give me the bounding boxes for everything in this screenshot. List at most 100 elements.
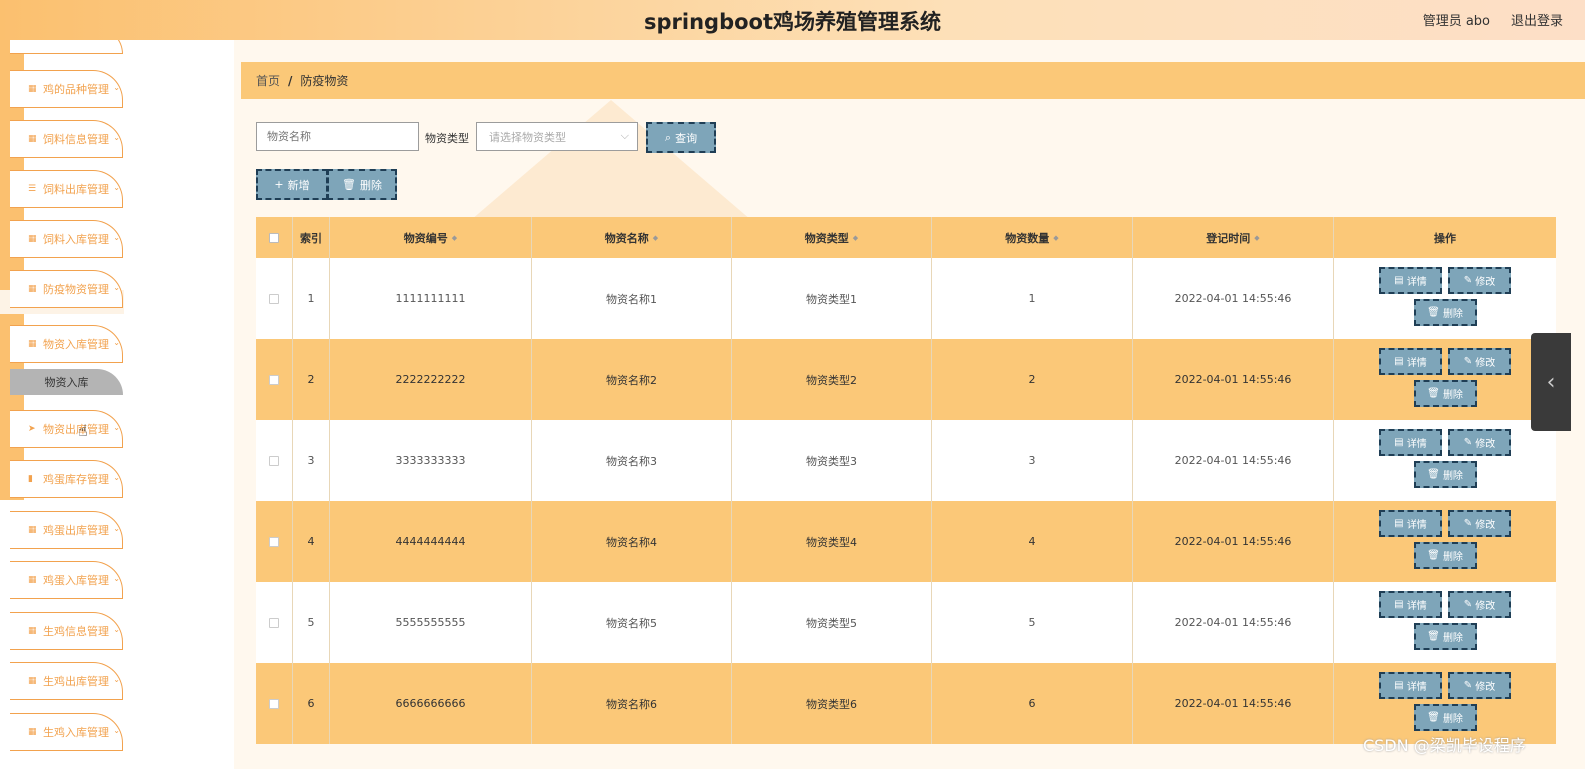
document-icon: ▤ xyxy=(1394,355,1407,367)
cell-qty: 2 xyxy=(1028,373,1036,386)
cell-time: 2022-04-01 14:55:46 xyxy=(1174,616,1292,629)
select-all-checkbox[interactable] xyxy=(269,232,279,243)
edit-label: 修改 xyxy=(1475,276,1496,288)
row-checkbox[interactable] xyxy=(269,698,279,709)
sidebar-item[interactable]: ➤ 物资出库管理 ⌄ xyxy=(10,410,123,448)
supply-type-placeholder: 请选择物资类型 xyxy=(489,130,566,144)
document-icon: ▤ xyxy=(1394,274,1407,286)
delete-button[interactable]: 🗑 删除 xyxy=(1413,541,1477,569)
header-type[interactable]: 物资类型 xyxy=(805,230,849,246)
cell-name: 物资名称4 xyxy=(606,535,657,549)
chevron-down-icon: ⌄ xyxy=(113,233,120,242)
cell-code: 5555555555 xyxy=(395,616,466,629)
sidebar-item[interactable]: ▦ 饲料入库管理 ⌄ xyxy=(10,220,123,258)
sort-icon[interactable]: ◆ xyxy=(853,234,858,242)
detail-button[interactable]: ▤ 详情 xyxy=(1379,590,1442,618)
sidebar-subitem-supply-in[interactable]: 物资入库 xyxy=(10,369,123,395)
detail-label: 详情 xyxy=(1406,438,1427,450)
row-checkbox[interactable] xyxy=(269,293,279,304)
detail-button[interactable]: ▤ 详情 xyxy=(1379,509,1442,537)
add-button[interactable]: + 新增 xyxy=(256,169,328,200)
query-button-label: 查询 xyxy=(675,131,698,145)
grid-icon: ▦ xyxy=(28,134,37,144)
cell-qty: 6 xyxy=(1028,697,1036,710)
sidebar-item-partial[interactable] xyxy=(10,40,123,54)
search-icon: ⌕ xyxy=(664,130,672,144)
row-checkbox[interactable] xyxy=(269,374,279,385)
sidebar-item[interactable]: ▦ 生鸡出库管理 ⌄ xyxy=(10,662,123,700)
detail-button[interactable]: ▤ 详情 xyxy=(1379,671,1442,699)
edit-button[interactable]: ✎ 修改 xyxy=(1448,428,1511,456)
sidebar-item[interactable]: ▦ 防疫物资管理 ⌄ xyxy=(10,270,123,308)
edit-button[interactable]: ✎ 修改 xyxy=(1448,590,1511,618)
cell-code: 3333333333 xyxy=(395,454,466,467)
supply-name-input[interactable] xyxy=(256,122,419,151)
sort-icon[interactable]: ◆ xyxy=(1053,234,1058,242)
edit-button[interactable]: ✎ 修改 xyxy=(1448,509,1511,537)
delete-label: 删除 xyxy=(1442,632,1463,644)
sidebar-item[interactable]: ▦ 鸡蛋出库管理 ⌄ xyxy=(10,511,123,549)
delete-label: 删除 xyxy=(1442,308,1463,320)
grid-icon: ▦ xyxy=(28,525,37,535)
sidebar-item-label: 物资出库管理 xyxy=(43,423,109,436)
row-checkbox[interactable] xyxy=(269,536,279,547)
header-index: 索引 xyxy=(300,231,322,245)
sidebar-item[interactable]: ▦ 物资入库管理 ⌄ xyxy=(10,325,123,363)
sidebar-item[interactable]: ▮ 鸡蛋库存管理 ⌄ xyxy=(10,460,123,498)
sort-icon[interactable]: ◆ xyxy=(1254,234,1259,242)
header-name[interactable]: 物资名称 xyxy=(605,230,649,246)
sidebar-item-label: 饲料入库管理 xyxy=(43,233,109,246)
detail-label: 详情 xyxy=(1406,519,1427,531)
sort-icon[interactable]: ◆ xyxy=(452,234,457,242)
edit-button[interactable]: ✎ 修改 xyxy=(1448,266,1511,294)
trash-icon: 🗑 xyxy=(342,178,356,191)
sidebar-item[interactable]: ▦ 生鸡入库管理 ⌄ xyxy=(10,713,123,751)
edit-label: 修改 xyxy=(1475,600,1496,612)
sidebar-item[interactable]: ▦ 生鸡信息管理 ⌄ xyxy=(10,612,123,650)
delete-button[interactable]: 🗑 删除 xyxy=(1413,703,1477,731)
delete-label: 删除 xyxy=(1442,470,1463,482)
breadcrumb-separator: / xyxy=(288,73,293,88)
sidebar-item[interactable]: ▦ 饲料信息管理 ⌄ xyxy=(10,120,123,158)
delete-button[interactable]: 🗑 删除 xyxy=(1413,298,1477,326)
query-button[interactable]: ⌕ 查询 xyxy=(646,122,716,153)
logout-link[interactable]: 退出登录 xyxy=(1511,10,1563,29)
cell-name: 物资名称2 xyxy=(606,373,657,387)
header-time[interactable]: 登记时间 xyxy=(1206,230,1250,246)
header-qty[interactable]: 物资数量 xyxy=(1005,230,1049,246)
sidebar-item[interactable]: ☰ 饲料出库管理 ⌄ xyxy=(10,170,123,208)
trash-icon: 🗑 xyxy=(1427,711,1443,723)
row-checkbox[interactable] xyxy=(269,617,279,628)
main-content: 首页 / 防疫物资 物资类型 请选择物资类型 ⌵ ⌕ 查询 + 新增 🗑 删除 … xyxy=(241,40,1585,769)
grid-icon: ▦ xyxy=(28,339,37,349)
collapse-panel-handle[interactable]: ‹ xyxy=(1531,333,1571,431)
detail-button[interactable]: ▤ 详情 xyxy=(1379,347,1442,375)
sort-icon[interactable]: ◆ xyxy=(653,234,658,242)
cell-name: 物资名称3 xyxy=(606,454,657,468)
edit-button[interactable]: ✎ 修改 xyxy=(1448,347,1511,375)
edit-button[interactable]: ✎ 修改 xyxy=(1448,671,1511,699)
delete-button[interactable]: 🗑 删除 xyxy=(1413,460,1477,488)
sidebar-item[interactable]: ▦ 鸡的品种管理 ⌄ xyxy=(10,70,123,108)
detail-button[interactable]: ▤ 详情 xyxy=(1379,428,1442,456)
detail-button[interactable]: ▤ 详情 xyxy=(1379,266,1442,294)
cell-time: 2022-04-01 14:55:46 xyxy=(1174,535,1292,548)
trash-icon: 🗑 xyxy=(1427,387,1443,399)
delete-button[interactable]: 🗑 删除 xyxy=(1413,379,1477,407)
sidebar-item[interactable]: ▦ 鸡蛋入库管理 ⌄ xyxy=(10,561,123,599)
table-row: 6 6666666666 物资名称6 物资类型6 6 2022-04-01 14:55:4… xyxy=(256,663,1556,744)
grid-icon: ▦ xyxy=(28,575,37,585)
detail-label: 详情 xyxy=(1406,276,1427,288)
detail-label: 详情 xyxy=(1406,681,1427,693)
breadcrumb-current: 防疫物资 xyxy=(300,74,349,88)
breadcrumb-home[interactable]: 首页 xyxy=(256,72,280,89)
row-checkbox[interactable] xyxy=(269,455,279,466)
chevron-down-icon: ⌄ xyxy=(113,283,120,292)
header-code[interactable]: 物资编号 xyxy=(404,230,448,246)
trash-icon: 🗑 xyxy=(1427,468,1443,480)
delete-button[interactable]: 🗑 删除 xyxy=(1413,622,1477,650)
delete-label: 删除 xyxy=(1442,551,1463,563)
supply-type-select[interactable]: 请选择物资类型 ⌵ xyxy=(476,122,638,151)
document-icon: ▤ xyxy=(1394,436,1407,448)
bulk-delete-button[interactable]: 🗑 删除 xyxy=(327,169,397,200)
